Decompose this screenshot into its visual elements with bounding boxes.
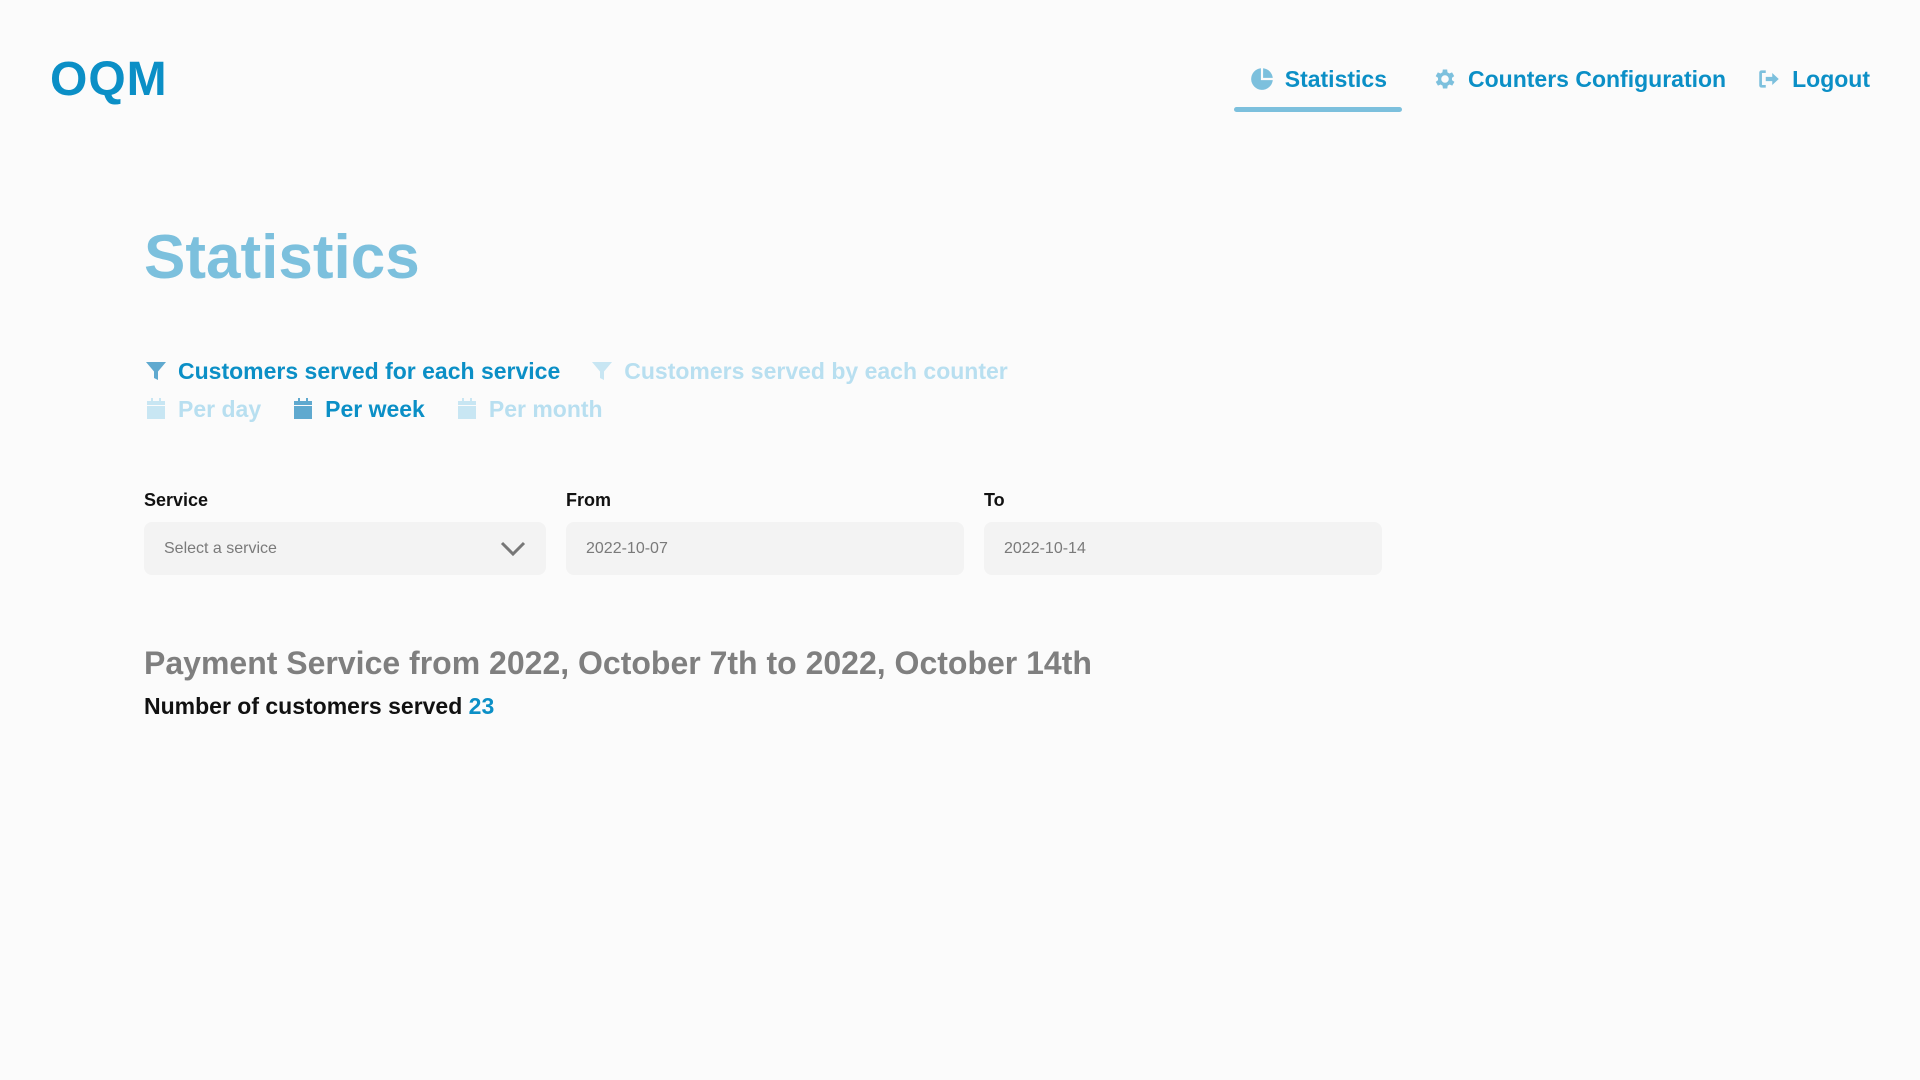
calendar-icon [457, 398, 476, 419]
customers-served-count: 23 [468, 693, 495, 719]
pie-chart-icon [1250, 68, 1273, 90]
nav-counters-label: Counters Configuration [1468, 65, 1727, 92]
period-per-month[interactable]: Per month [455, 396, 603, 423]
filter-icon [146, 362, 166, 380]
nav-logout-label: Logout [1792, 65, 1870, 92]
customers-served-label: Number of customers served [144, 693, 463, 719]
nav-counters-configuration[interactable]: Counters Configuration [1432, 62, 1726, 96]
statistics-form: Service Select a service From 2022-10-07… [144, 490, 1402, 575]
to-label: To [984, 490, 1005, 510]
top-navigation: Statistics Counters Configuration Logout [1204, 62, 1870, 112]
page: OQM Statistics Counters Configuration Lo… [0, 0, 1920, 1080]
nav-statistics-label: Statistics [1284, 65, 1387, 92]
from-label: From [566, 490, 611, 510]
service-field: Service Select a service [144, 490, 546, 575]
period-per-day[interactable]: Per day [144, 396, 261, 423]
filter-period-row: Per day Per week Per month [144, 390, 1038, 428]
filter-by-counter[interactable]: Customers served by each counter [590, 357, 1008, 385]
service-placeholder: Select a service [164, 539, 277, 557]
gear-icon [1435, 69, 1455, 89]
period-per-week[interactable]: Per week [291, 396, 425, 423]
filter-by-service-label: Customers served for each service [178, 357, 561, 384]
period-per-week-label: Per week [325, 395, 425, 422]
calendar-icon [294, 398, 313, 419]
nav-logout[interactable]: Logout [1756, 62, 1870, 96]
to-date-value: 2022-10-14 [1004, 539, 1086, 557]
chevron-down-icon [500, 541, 526, 557]
service-label: Service [144, 490, 209, 510]
page-title: Statistics [144, 223, 420, 292]
logout-icon [1759, 70, 1779, 88]
nav-statistics[interactable]: Statistics [1233, 62, 1403, 112]
filter-by-service[interactable]: Customers served for each service [144, 358, 560, 385]
result-title: Payment Service from 2022, October 7th t… [144, 645, 1092, 681]
filter-by-counter-label: Customers served by each counter [624, 357, 1008, 384]
to-date-input[interactable]: 2022-10-14 [984, 522, 1382, 575]
period-per-day-label: Per day [178, 395, 262, 422]
filter-icon [592, 362, 613, 380]
from-date-input[interactable]: 2022-10-07 [566, 522, 964, 575]
app-logo[interactable]: OQM [50, 52, 168, 107]
filters: Customers served for each service Custom… [144, 352, 1038, 428]
filter-type-row: Customers served for each service Custom… [144, 352, 1038, 390]
result-summary: Number of customers served 23 [144, 693, 494, 720]
from-field: From 2022-10-07 [566, 490, 964, 575]
period-per-month-label: Per month [488, 395, 603, 422]
service-select[interactable]: Select a service [144, 522, 546, 575]
calendar-icon [147, 398, 165, 419]
to-field: To 2022-10-14 [984, 490, 1382, 575]
from-date-value: 2022-10-07 [586, 539, 668, 557]
